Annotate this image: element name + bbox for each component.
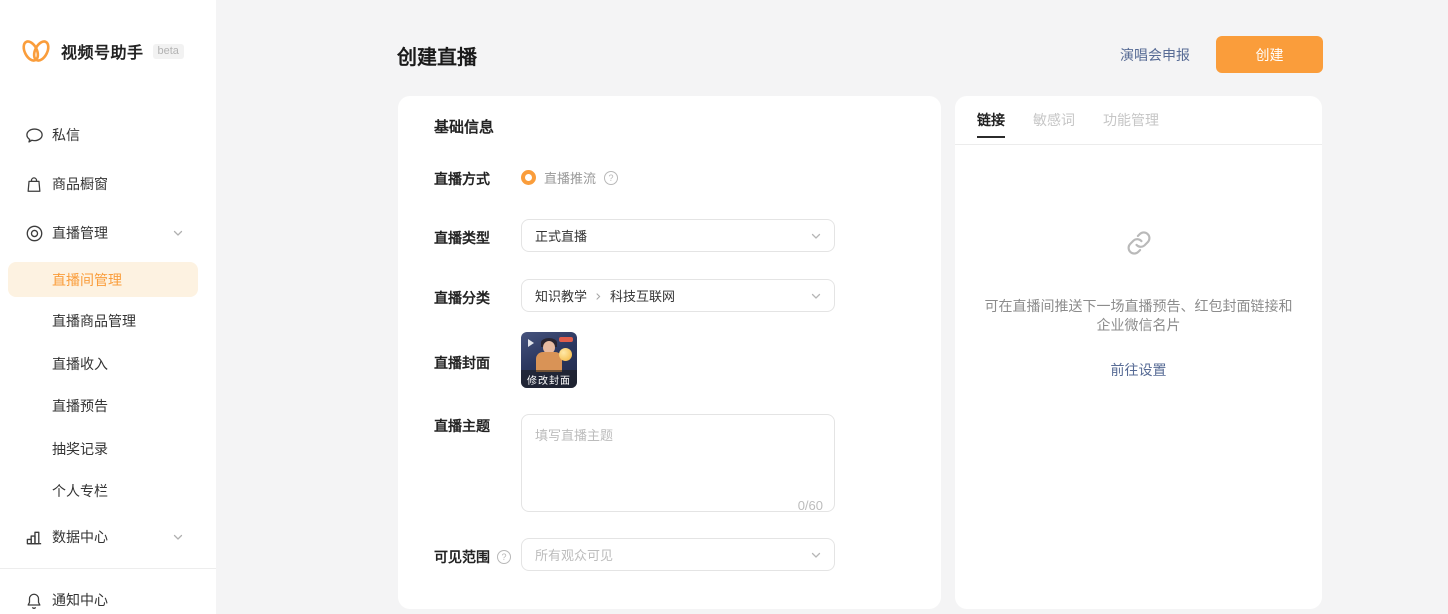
chevron-down-icon xyxy=(810,290,822,302)
sidebar: 视频号助手 beta 私信 商品橱窗 xyxy=(0,0,216,614)
live-mode-radio-group: 直播推流 ? xyxy=(521,168,618,187)
go-to-settings-link[interactable]: 前往设置 xyxy=(955,360,1322,380)
sidebar-item-personal-column[interactable]: 个人专栏 xyxy=(0,481,216,501)
link-icon xyxy=(955,228,1322,258)
chevron-down-icon xyxy=(810,230,822,242)
radio-selected[interactable] xyxy=(521,170,536,185)
chevron-down-icon xyxy=(810,549,822,561)
sidebar-item-data-center[interactable]: 数据中心 xyxy=(0,524,216,550)
chevron-right-icon xyxy=(594,292,603,301)
record-icon xyxy=(24,223,44,243)
chevron-down-icon xyxy=(172,227,184,239)
chevron-down-icon xyxy=(172,531,184,543)
field-label-visibility-row: 可见范围 ? xyxy=(434,547,511,567)
visibility-select[interactable]: 所有观众可见 xyxy=(521,538,835,571)
sidebar-item-product-window[interactable]: 商品橱窗 xyxy=(0,171,216,197)
char-counter: 0/60 xyxy=(521,498,823,513)
sidebar-item-lottery-records[interactable]: 抽奖记录 xyxy=(0,439,216,459)
field-label-visibility: 可见范围 xyxy=(434,547,490,567)
visibility-placeholder: 所有观众可见 xyxy=(535,545,613,564)
field-label-live-category: 直播分类 xyxy=(434,288,490,308)
live-type-select[interactable]: 正式直播 xyxy=(521,219,835,252)
sidebar-item-notification-center[interactable]: 通知中心 xyxy=(0,587,216,613)
sidebar-item-live-income[interactable]: 直播收入 xyxy=(0,354,216,374)
sidebar-item-live-product-management[interactable]: 直播商品管理 xyxy=(0,311,216,331)
section-title: 基础信息 xyxy=(434,116,494,137)
tab-feature-management[interactable]: 功能管理 xyxy=(1103,96,1159,145)
sidebar-item-label: 直播管理 xyxy=(52,223,108,243)
link-panel-card: 链接 敏感词 功能管理 可在直播间推送下一场直播预告、红包封面链接和企业微信名片… xyxy=(955,96,1322,609)
sidebar-item-label: 直播商品管理 xyxy=(52,311,136,331)
field-label-live-mode: 直播方式 xyxy=(434,169,490,189)
edit-cover-overlay[interactable]: 修改封面 xyxy=(521,370,577,388)
sidebar-item-label: 私信 xyxy=(52,125,80,145)
shopping-bag-icon xyxy=(24,174,44,194)
sidebar-item-label: 直播间管理 xyxy=(52,270,122,290)
bar-chart-icon xyxy=(24,527,44,547)
coin-icon xyxy=(559,348,572,361)
concert-application-link[interactable]: 演唱会申报 xyxy=(1120,45,1190,65)
app-logo: 视频号助手 beta xyxy=(20,36,184,66)
sidebar-item-label: 数据中心 xyxy=(52,527,108,547)
live-cover-thumbnail[interactable]: 修改封面 xyxy=(521,332,577,388)
tab-sensitive-words[interactable]: 敏感词 xyxy=(1033,96,1075,145)
sidebar-divider xyxy=(0,568,216,569)
panel-description: 可在直播间推送下一场直播预告、红包封面链接和企业微信名片 xyxy=(979,297,1298,335)
help-icon[interactable]: ? xyxy=(604,171,618,185)
basic-info-card: 基础信息 直播方式 直播推流 ? 直播类型 正式直播 直播分类 知识教学 科技互… xyxy=(398,96,941,609)
chat-icon xyxy=(24,125,44,145)
page-title: 创建直播 xyxy=(397,41,477,70)
sidebar-item-live-management[interactable]: 直播管理 xyxy=(0,220,216,246)
radio-label: 直播推流 xyxy=(544,168,596,187)
live-type-value: 正式直播 xyxy=(535,226,587,245)
sidebar-item-label: 商品橱窗 xyxy=(52,174,108,194)
field-label-live-cover: 直播封面 xyxy=(434,353,490,373)
sidebar-item-live-trailer[interactable]: 直播预告 xyxy=(0,396,216,416)
field-label-live-type: 直播类型 xyxy=(434,228,490,248)
tab-links[interactable]: 链接 xyxy=(977,96,1005,145)
beta-badge: beta xyxy=(153,44,184,59)
panel-tabs: 链接 敏感词 功能管理 xyxy=(955,96,1322,145)
sidebar-item-label: 个人专栏 xyxy=(52,481,108,501)
field-label-live-topic: 直播主题 xyxy=(434,416,490,436)
category-main-value: 知识教学 xyxy=(535,286,587,305)
channels-assistant-app: 视频号助手 beta 私信 商品橱窗 xyxy=(0,0,1448,614)
header-actions: 演唱会申报 创建 xyxy=(1120,36,1323,73)
cover-badge xyxy=(559,337,573,342)
play-icon xyxy=(528,339,534,347)
live-category-select[interactable]: 知识教学 科技互联网 xyxy=(521,279,835,312)
sidebar-item-label: 抽奖记录 xyxy=(52,439,108,459)
sidebar-item-label: 直播预告 xyxy=(52,396,108,416)
create-button[interactable]: 创建 xyxy=(1216,36,1323,73)
channels-logo-icon xyxy=(20,36,52,66)
sidebar-item-private-messages[interactable]: 私信 xyxy=(0,122,216,148)
help-icon[interactable]: ? xyxy=(497,550,511,564)
sidebar-item-liveroom-management[interactable]: 直播间管理 xyxy=(0,270,216,290)
sidebar-item-label: 直播收入 xyxy=(52,354,108,374)
sidebar-item-label: 通知中心 xyxy=(52,590,108,610)
app-name: 视频号助手 xyxy=(61,39,144,63)
category-sub-value: 科技互联网 xyxy=(610,286,675,305)
bell-icon xyxy=(24,590,44,610)
